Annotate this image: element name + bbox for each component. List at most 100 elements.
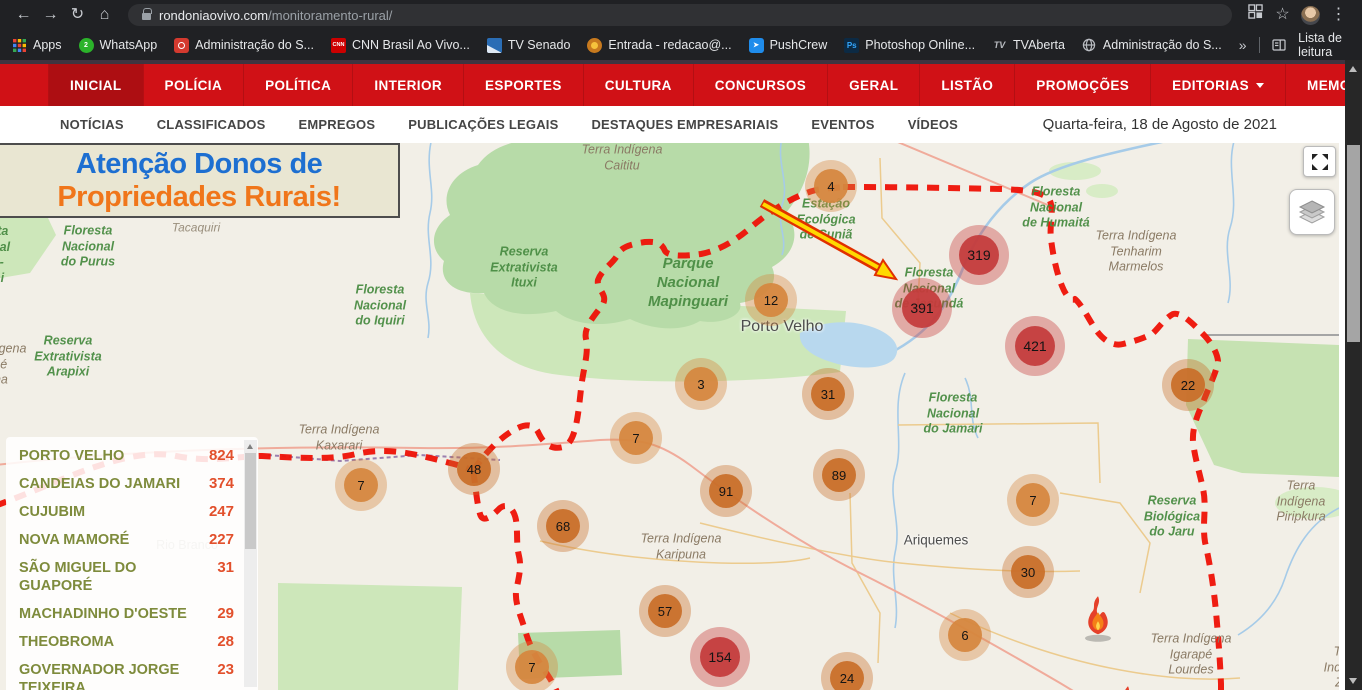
- red-site-icon: [174, 38, 189, 53]
- fire-count-panel[interactable]: PORTO VELHO824 CANDEIAS DO JAMARI374 CUJ…: [6, 437, 258, 690]
- list-item[interactable]: CANDEIAS DO JAMARI374: [6, 470, 258, 498]
- lock-icon: [142, 13, 151, 20]
- nav-item-promocoes[interactable]: PROMOÇÕES: [1015, 64, 1151, 106]
- fire-cluster-marker[interactable]: 6: [948, 618, 982, 652]
- nav-item-interior[interactable]: INTERIOR: [353, 64, 464, 106]
- page-scrollbar-thumb[interactable]: [1347, 145, 1360, 342]
- subnav-eventos[interactable]: EVENTOS: [811, 117, 874, 132]
- url-host: rondoniaovivo.com: [159, 8, 268, 23]
- list-item[interactable]: PORTO VELHO824: [6, 442, 258, 470]
- subnav-empregos[interactable]: EMPREGOS: [299, 117, 376, 132]
- bookmark-whatsapp[interactable]: 2 WhatsApp: [79, 38, 158, 53]
- home-icon[interactable]: ⌂: [91, 2, 118, 28]
- bookmark-administracao-1[interactable]: Administração do S...: [174, 38, 314, 53]
- fire-cluster-marker[interactable]: 68: [546, 509, 580, 543]
- list-item[interactable]: NOVA MAMORÉ227: [6, 526, 258, 554]
- fullscreen-button[interactable]: [1303, 146, 1336, 177]
- nav-item-geral[interactable]: GERAL: [828, 64, 920, 106]
- secondary-navigation: NOTÍCIAS CLASSIFICADOS EMPREGOS PUBLICAÇ…: [0, 106, 1345, 143]
- url-path: /monitoramento-rural/: [268, 8, 392, 23]
- scroll-up-icon[interactable]: [247, 444, 253, 449]
- divider: [1259, 37, 1260, 53]
- panel-scrollbar-thumb[interactable]: [245, 453, 256, 549]
- bookmark-administracao-2[interactable]: Administração do S...: [1082, 38, 1222, 53]
- fire-cluster-marker[interactable]: 57: [648, 594, 682, 628]
- bookmark-entrada-webmail[interactable]: Entrada - redacao@...: [587, 38, 731, 53]
- list-item[interactable]: SÃO MIGUEL DO GUAPORÉ31: [6, 554, 258, 600]
- extensions-grid-icon[interactable]: [1242, 2, 1269, 28]
- globe-icon: [1082, 38, 1097, 53]
- fire-cluster-marker[interactable]: 91: [709, 474, 743, 508]
- fire-cluster-marker[interactable]: 48: [457, 452, 491, 486]
- fire-cluster-marker[interactable]: 7: [619, 421, 653, 455]
- fire-cluster-marker[interactable]: 391: [902, 288, 942, 328]
- fire-cluster-marker[interactable]: 3: [684, 367, 718, 401]
- nav-item-policia[interactable]: POLÍCIA: [144, 64, 245, 106]
- tv-senado-icon: [487, 38, 502, 53]
- fire-cluster-marker[interactable]: 319: [959, 235, 999, 275]
- fire-cluster-marker[interactable]: 12: [754, 283, 788, 317]
- list-item[interactable]: GOVERNADOR JORGE TEIXEIRA23: [6, 656, 258, 690]
- list-item[interactable]: THEOBROMA28: [6, 628, 258, 656]
- nav-item-listao[interactable]: LISTÃO: [920, 64, 1015, 106]
- kebab-menu-icon[interactable]: ⋮: [1325, 2, 1352, 28]
- nav-item-cultura[interactable]: CULTURA: [584, 64, 694, 106]
- subnav-noticias[interactable]: NOTÍCIAS: [60, 117, 124, 132]
- fire-cluster-marker[interactable]: 31: [811, 377, 845, 411]
- browser-toolbar: ← → ↻ ⌂ rondoniaovivo.com/monitoramento-…: [0, 0, 1362, 30]
- bookmark-pushcrew[interactable]: ➤ PushCrew: [749, 38, 828, 53]
- nav-item-politica[interactable]: POLÍTICA: [244, 64, 353, 106]
- list-item[interactable]: MACHADINHO D'OESTE29: [6, 600, 258, 628]
- apps-label: Apps: [33, 38, 62, 52]
- subnav-videos[interactable]: VÍDEOS: [908, 117, 958, 132]
- fire-cluster-marker[interactable]: 7: [1016, 483, 1050, 517]
- bookmark-tvaberta[interactable]: TV TVAberta: [992, 38, 1065, 53]
- fire-cluster-marker[interactable]: 7: [344, 468, 378, 502]
- apps-shortcut[interactable]: Apps: [12, 38, 62, 53]
- subnav-publicacoes-legais[interactable]: PUBLICAÇÕES LEGAIS: [408, 117, 558, 132]
- fire-monitoring-map[interactable]: Floresta Nacional do Purus Tacaquiri Flo…: [0, 143, 1339, 690]
- fire-cluster-marker[interactable]: 154: [700, 637, 740, 677]
- address-bar[interactable]: rondoniaovivo.com/monitoramento-rural/: [128, 4, 1232, 26]
- fire-cluster-marker[interactable]: 30: [1011, 555, 1045, 589]
- fire-cluster-marker[interactable]: 89: [822, 458, 856, 492]
- bookmarks-right-group: » Lista de leitura: [1239, 31, 1350, 59]
- back-icon[interactable]: ←: [10, 2, 37, 28]
- banner-line1: Atenção Donos de: [76, 148, 323, 181]
- bookmark-cnn[interactable]: CNN CNN Brasil Ao Vivo...: [331, 38, 470, 53]
- cnn-icon: CNN: [331, 38, 346, 53]
- chevron-down-icon: [1256, 83, 1264, 88]
- nav-item-inicial[interactable]: INICIAL: [48, 64, 144, 106]
- fire-cluster-marker[interactable]: 22: [1171, 368, 1205, 402]
- bookmarks-bar: Apps 2 WhatsApp Administração do S... CN…: [0, 30, 1362, 60]
- forward-icon[interactable]: →: [37, 2, 64, 28]
- bookmark-tv-senado[interactable]: TV Senado: [487, 38, 571, 53]
- tvaberta-icon: TV: [992, 38, 1007, 53]
- nav-item-concursos[interactable]: CONCURSOS: [694, 64, 828, 106]
- reload-icon[interactable]: ↻: [64, 2, 91, 28]
- nav-item-esportes[interactable]: ESPORTES: [464, 64, 584, 106]
- subnav-destaques-empresariais[interactable]: DESTAQUES EMPRESARIAIS: [591, 117, 778, 132]
- fire-cluster-marker[interactable]: 421: [1015, 326, 1055, 366]
- scroll-down-icon[interactable]: [1349, 678, 1357, 684]
- profile-avatar[interactable]: [1301, 6, 1320, 25]
- fire-cluster-marker[interactable]: 24: [830, 661, 864, 690]
- layers-icon: [1296, 197, 1328, 227]
- nav-item-editorias[interactable]: EDITORIAS: [1151, 64, 1286, 106]
- fullscreen-icon: [1310, 152, 1330, 172]
- reading-list-label[interactable]: Lista de leitura: [1298, 31, 1350, 59]
- layers-button[interactable]: [1289, 189, 1335, 235]
- fire-cluster-marker[interactable]: 4: [814, 169, 848, 203]
- subnav-classificados[interactable]: CLASSIFICADOS: [157, 117, 266, 132]
- bookmark-star-icon[interactable]: ☆: [1269, 2, 1296, 28]
- webmail-icon: [587, 38, 602, 53]
- rural-properties-banner[interactable]: Atenção Donos de Propriedades Rurais!: [0, 143, 400, 218]
- bookmarks-overflow-chevron[interactable]: »: [1239, 37, 1247, 53]
- apps-grid-icon: [12, 38, 27, 53]
- bookmark-photoshop[interactable]: Ps Photoshop Online...: [844, 38, 975, 53]
- list-item[interactable]: CUJUBIM247: [6, 498, 258, 526]
- panel-scrollbar[interactable]: [244, 440, 257, 687]
- fire-cluster-marker[interactable]: 7: [515, 650, 549, 684]
- scroll-up-icon[interactable]: [1349, 66, 1357, 72]
- page-scrollbar[interactable]: [1345, 60, 1362, 690]
